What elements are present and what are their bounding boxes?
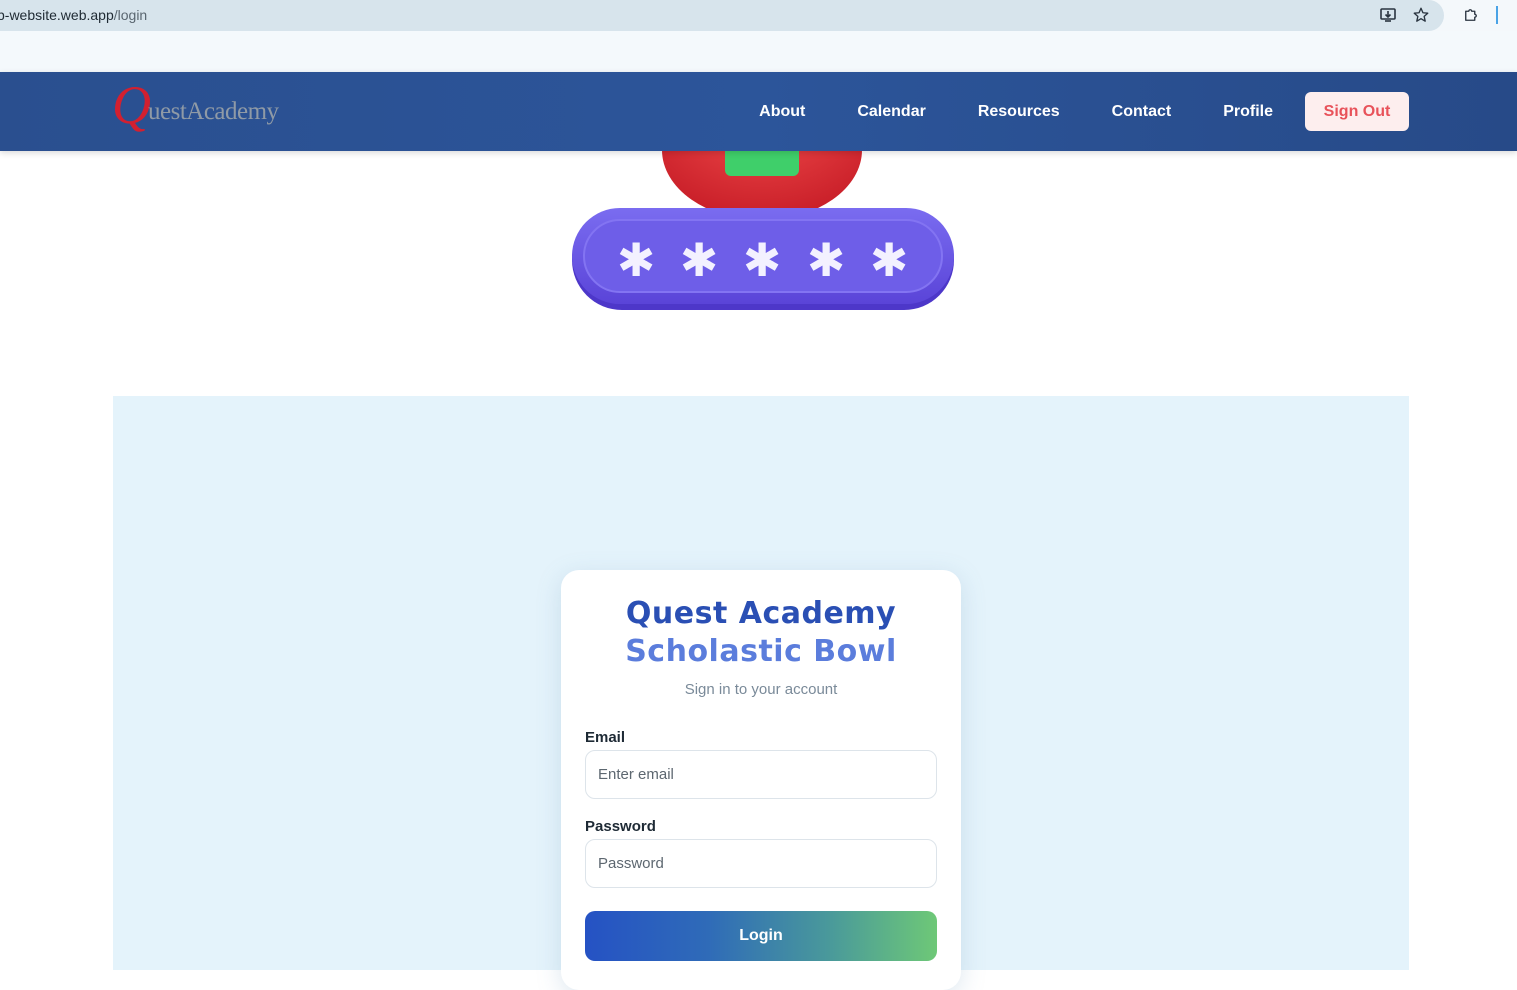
page-top-strip	[0, 31, 1517, 72]
asterisk-2: ✱	[680, 233, 719, 287]
nav-contact[interactable]: Contact	[1086, 103, 1198, 121]
login-subtitle: Sign in to your account	[684, 681, 838, 698]
star-icon[interactable]	[1411, 5, 1431, 25]
url-text[interactable]: sb-website.web.app/login	[0, 7, 147, 23]
nav-profile[interactable]: Profile	[1197, 103, 1299, 121]
nav-about[interactable]: About	[733, 103, 831, 121]
nav-calendar[interactable]: Calendar	[831, 103, 951, 121]
password-lock-illustration: ✱ ✱ ✱ ✱ ✱	[572, 140, 954, 310]
login-title-line1: Quest Academy	[625, 596, 897, 631]
toolbar-divider	[1496, 6, 1498, 24]
email-field[interactable]	[585, 750, 937, 799]
asterisk-5: ✱	[870, 233, 909, 287]
sign-out-button[interactable]: Sign Out	[1305, 92, 1409, 131]
quest-academy-logo[interactable]: Q uestAcademy	[112, 78, 292, 142]
extensions-icon[interactable]	[1461, 5, 1481, 25]
login-button[interactable]: Login	[585, 911, 937, 961]
install-app-icon[interactable]	[1378, 5, 1398, 25]
logo-q: Q	[112, 75, 151, 135]
login-title-line2: Scholastic Bowl	[625, 634, 897, 669]
asterisk-4: ✱	[807, 233, 846, 287]
url-path: /login	[113, 7, 148, 23]
nav-resources[interactable]: Resources	[952, 103, 1086, 121]
password-label: Password	[585, 818, 656, 835]
logo-wordmark: uestAcademy	[148, 98, 279, 125]
asterisk-3: ✱	[743, 233, 782, 287]
url-host: sb-website.web.app	[0, 7, 114, 23]
browser-toolbar: sb-website.web.app/login	[0, 0, 1517, 31]
address-bar[interactable]: sb-website.web.app/login	[0, 0, 1444, 31]
password-field[interactable]	[585, 839, 937, 888]
nav-links: About Calendar Resources Contact Profile…	[733, 92, 1409, 131]
asterisk-1: ✱	[617, 233, 656, 287]
email-label: Email	[585, 729, 626, 746]
